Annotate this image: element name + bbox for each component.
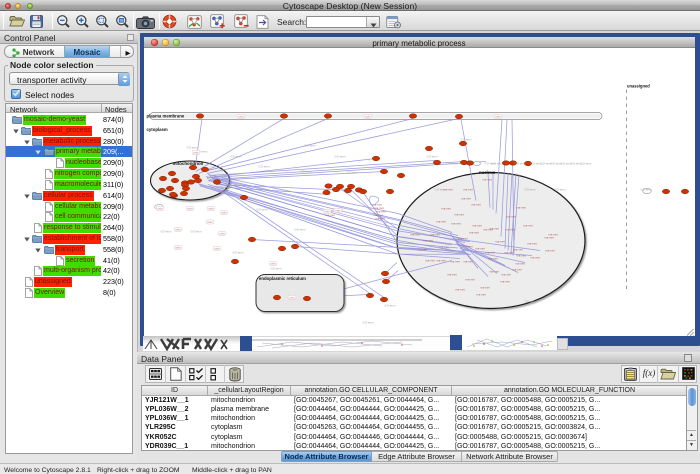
svg-text:GO-term: GO-term — [363, 320, 375, 324]
svg-text:rna-met: rna-met — [530, 255, 540, 259]
svg-text:unkn: unkn — [187, 207, 193, 210]
svg-text:unkn: unkn — [335, 209, 341, 212]
svg-text:rna-met: rna-met — [515, 261, 525, 265]
svg-text:unkn: unkn — [324, 210, 330, 213]
svg-text:GO-term: GO-term — [555, 187, 567, 191]
svg-text:rna-met: rna-met — [471, 202, 481, 206]
svg-text:unkn: unkn — [207, 220, 213, 223]
svg-text:GO-term: GO-term — [271, 266, 283, 270]
svg-text:rna-met: rna-met — [436, 219, 446, 223]
svg-text:GO-term: GO-term — [427, 154, 439, 158]
svg-text:GO-term: GO-term — [231, 154, 243, 158]
svg-text:rna-met: rna-met — [455, 287, 465, 291]
svg-text:GO-term: GO-term — [461, 137, 473, 141]
svg-text:rna-met: rna-met — [545, 248, 555, 252]
svg-text:mitochondrion: mitochondrion — [173, 161, 204, 166]
svg-text:rna-met: rna-met — [500, 279, 510, 283]
svg-text:rna-met: rna-met — [458, 236, 468, 240]
svg-text:rna-met: rna-met — [475, 246, 485, 250]
svg-text:cytoplasm: cytoplasm — [147, 127, 168, 132]
svg-text:unkn: unkn — [221, 211, 227, 214]
svg-text:rna-met: rna-met — [376, 209, 386, 213]
svg-text:rna-met: rna-met — [450, 259, 460, 263]
svg-text:unkn: unkn — [238, 115, 244, 118]
svg-text:rna-met: rna-met — [544, 235, 554, 239]
svg-text:rna-met: rna-met — [463, 259, 473, 263]
svg-text:rna-met: rna-met — [516, 205, 526, 209]
svg-text:rna-met: rna-met — [454, 212, 464, 216]
svg-text:rna-met: rna-met — [505, 227, 515, 231]
svg-text:unkn: unkn — [157, 207, 163, 210]
svg-text:GO-term: GO-term — [492, 161, 504, 165]
svg-text:unkn: unkn — [270, 262, 276, 265]
svg-text:GO-term: GO-term — [259, 164, 271, 168]
svg-text:unkn: unkn — [175, 228, 181, 231]
svg-text:unkn: unkn — [365, 115, 371, 118]
svg-text:rna-met: rna-met — [495, 239, 505, 243]
svg-text:rna-met: rna-met — [465, 277, 475, 281]
svg-text:rna-met: rna-met — [375, 216, 385, 220]
svg-text:unkn: unkn — [495, 115, 501, 118]
svg-text:rna-met: rna-met — [441, 206, 451, 210]
svg-text:rna-met: rna-met — [489, 226, 499, 230]
svg-text:rna-met: rna-met — [417, 247, 427, 251]
svg-text:GO-term: GO-term — [301, 169, 313, 173]
svg-text:GO-term: GO-term — [581, 161, 593, 165]
svg-text:GO-term: GO-term — [305, 143, 317, 147]
svg-text:rna-met: rna-met — [430, 232, 440, 236]
svg-text:rna-met: rna-met — [489, 269, 499, 273]
svg-text:unkn: unkn — [219, 232, 225, 235]
svg-text:rna-met: rna-met — [506, 214, 516, 218]
svg-text:rna-met: rna-met — [410, 232, 420, 236]
svg-text:rna-met: rna-met — [476, 292, 486, 296]
svg-text:rna-met: rna-met — [480, 285, 490, 289]
svg-text:rna-met: rna-met — [527, 241, 537, 245]
svg-text:GO-term: GO-term — [295, 227, 307, 231]
svg-text:unkn: unkn — [208, 207, 214, 210]
svg-text:GO-term: GO-term — [233, 250, 245, 254]
svg-text:rna-met: rna-met — [482, 177, 492, 181]
svg-text:rna-met: rna-met — [512, 267, 522, 271]
svg-text:rna-met: rna-met — [469, 230, 479, 234]
svg-text:nucleus: nucleus — [479, 170, 496, 175]
svg-text:GO-term: GO-term — [385, 303, 397, 307]
svg-text:rna-met: rna-met — [436, 258, 446, 262]
svg-text:rna-met: rna-met — [373, 213, 383, 217]
svg-text:unkn: unkn — [175, 246, 181, 249]
svg-text:unassigned: unassigned — [627, 83, 650, 88]
svg-text:rna-met: rna-met — [461, 196, 471, 200]
svg-text:rna-met: rna-met — [443, 187, 453, 191]
svg-text:GO-term: GO-term — [347, 170, 359, 174]
svg-text:rna-met: rna-met — [372, 202, 382, 206]
svg-text:GO-term: GO-term — [525, 187, 537, 191]
svg-text:rna-met: rna-met — [472, 223, 482, 227]
svg-text:GO-term: GO-term — [525, 299, 537, 303]
svg-text:rna-met: rna-met — [523, 223, 533, 227]
svg-text:rna-met: rna-met — [447, 272, 457, 276]
svg-text:rna-met: rna-met — [451, 221, 461, 225]
svg-text:unkn: unkn — [214, 247, 220, 250]
svg-text:GO-term: GO-term — [335, 154, 347, 158]
svg-text:GO-term: GO-term — [641, 187, 653, 191]
svg-text:rna-met: rna-met — [485, 250, 495, 254]
svg-text:rna-met: rna-met — [513, 247, 523, 251]
svg-text:rna-met: rna-met — [463, 244, 473, 248]
svg-text:rna-met: rna-met — [374, 206, 384, 210]
svg-text:rna-met: rna-met — [501, 272, 511, 276]
svg-text:rna-met: rna-met — [423, 238, 433, 242]
svg-text:unkn: unkn — [193, 151, 199, 154]
svg-text:endoplasmic reticulum: endoplasmic reticulum — [259, 276, 306, 281]
svg-text:GO-term: GO-term — [515, 161, 527, 165]
svg-text:rna-met: rna-met — [516, 253, 526, 257]
svg-text:plasma membrane: plasma membrane — [147, 113, 185, 118]
svg-text:rna-met: rna-met — [439, 245, 449, 249]
svg-text:GO-term: GO-term — [191, 229, 203, 233]
svg-text:unkn: unkn — [289, 296, 295, 299]
svg-text:rna-met: rna-met — [488, 256, 498, 260]
svg-text:GO-term: GO-term — [257, 207, 269, 211]
svg-text:rna-met: rna-met — [463, 187, 473, 191]
svg-text:GO-term: GO-term — [447, 161, 459, 165]
svg-text:GO-term: GO-term — [161, 229, 173, 233]
svg-text:rna-met: rna-met — [425, 258, 435, 262]
